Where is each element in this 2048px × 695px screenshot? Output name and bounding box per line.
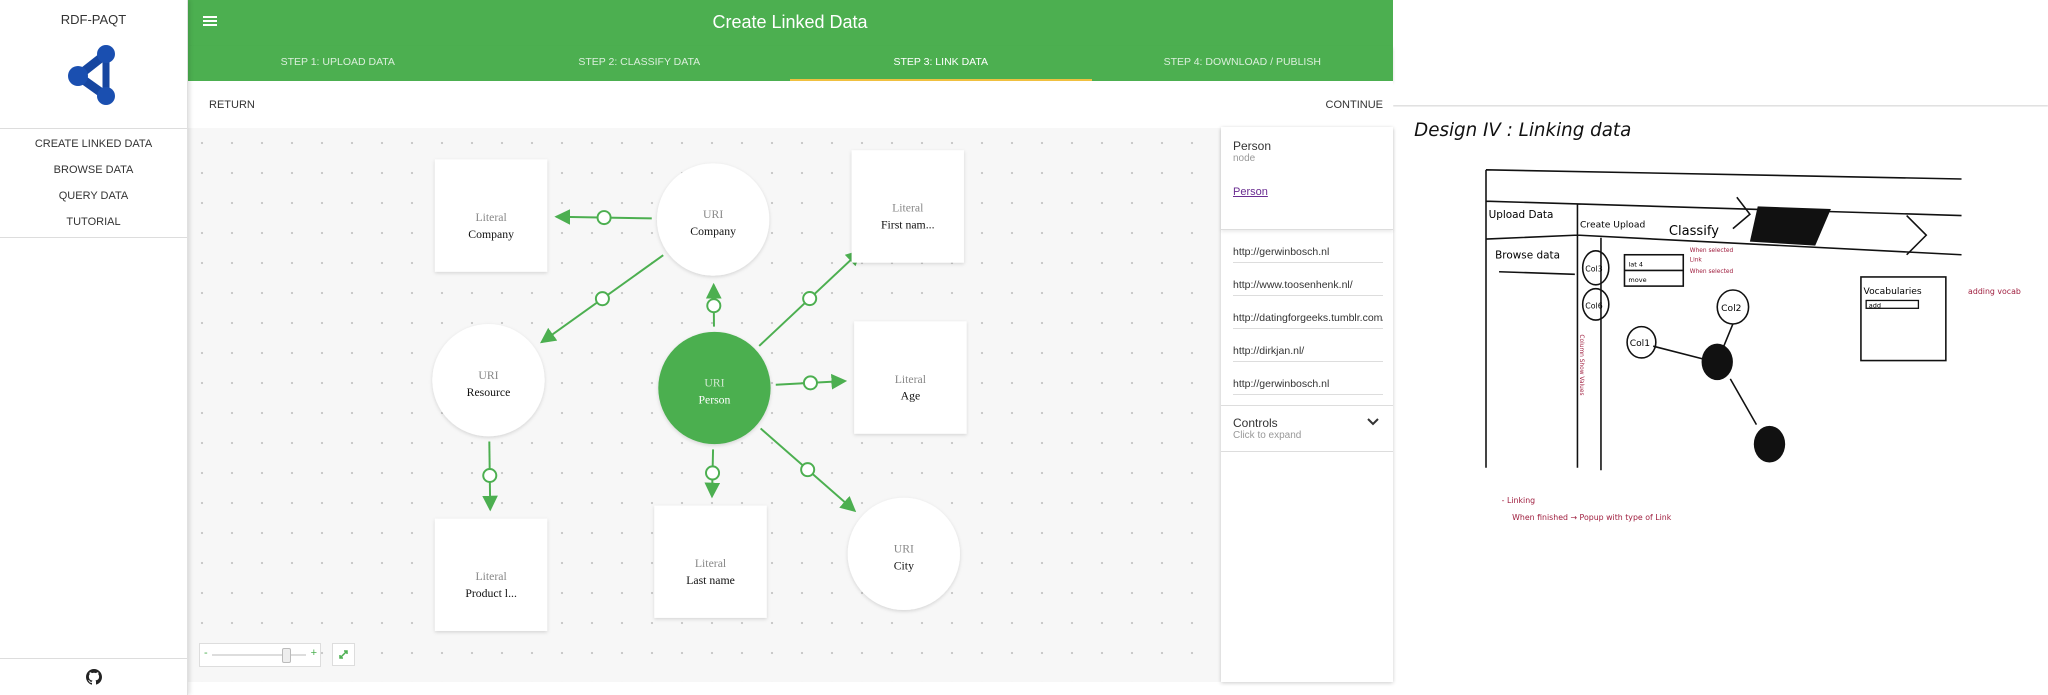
sketch-create-label: Create Upload [1580,220,1645,230]
sketch-browse-label: Browse data [1495,250,1560,262]
edge-handle[interactable] [594,291,610,307]
step-tabs: STEP 1: UPLOAD DATA STEP 2: CLASSIFY DAT… [187,46,1393,81]
node-detail-panel: Person node Person http://gerwinbosch.nl… [1221,127,1393,682]
url-item[interactable]: http://datingforgeeks.tumblr.com/ [1233,296,1383,329]
edge-handle[interactable] [802,375,818,391]
tab-classify-data[interactable]: STEP 2: CLASSIFY DATA [489,46,791,81]
step-actions: RETURN CONTINUE [187,81,1393,128]
sketch-col6: Col6 [1585,301,1602,310]
url-item[interactable]: http://gerwinbosch.nl [1233,230,1383,263]
sketch-note: Link [1690,257,1703,263]
url-item[interactable]: http://www.toosenhenk.nl/ [1233,263,1383,296]
node-lit-lastname[interactable] [654,505,767,618]
zoom-out-label[interactable]: - [204,647,208,659]
sketch-vocab-label: Vocabularies [1864,287,1922,297]
edge-handle[interactable] [706,298,722,314]
sketch-menu-item: move [1628,276,1646,284]
node-uri-person[interactable] [658,331,771,445]
page-title: Create Linked Data [712,12,868,32]
node-lit-company[interactable] [434,159,548,272]
github-icon [85,669,102,685]
app-brand: RDF-PAQT [60,12,127,27]
slider-thumb[interactable] [281,648,291,663]
rdf-logo [68,45,115,105]
url-item[interactable]: http://dirkjan.nl/ [1233,329,1383,362]
node-uri-company[interactable] [656,163,770,276]
node-lit-firstname[interactable] [851,150,964,263]
sidebar-item-tutorial[interactable]: TUTORIAL [0,209,187,235]
sketch-col3: Col3 [1585,265,1602,274]
sidebar-item-browse-data[interactable]: BROWSE DATA [0,157,187,183]
controls-subtitle: Click to expand [1233,430,1302,441]
continue-button[interactable]: CONTINUE [1326,99,1383,111]
expand-icon [339,650,348,659]
graph-canvas[interactable] [187,128,1393,682]
sidebar: RDF-PAQT CREATE LINKED DATA BROWSE DATA … [0,0,188,695]
edge-handle[interactable] [802,291,818,307]
url-item[interactable]: http://gerwinbosch.nl [1233,362,1383,395]
sketch-upload-label: Upload Data [1489,209,1554,221]
sketch-classify-label: Classify [1669,224,1719,239]
panel-node-link[interactable]: Person [1233,186,1381,198]
panel-node-title: Person [1233,139,1272,153]
controls-expander[interactable]: Controls Click to expand [1221,405,1393,452]
tab-upload-data[interactable]: STEP 1: UPLOAD DATA [187,46,489,81]
sketch-col1: Col1 [1630,339,1650,349]
sidebar-item-create-linked-data[interactable]: CREATE LINKED DATA [0,131,187,157]
controls-title: Controls [1233,416,1278,430]
panel-node-subtitle: node [1233,153,1256,164]
sketch-note: When selected [1690,248,1734,254]
tab-download-publish[interactable]: STEP 4: DOWNLOAD / PUBLISH [1092,46,1394,81]
tab-link-data[interactable]: STEP 3: LINK DATA [790,46,1092,81]
zoom-slider[interactable]: - + [199,643,321,667]
edge-handle[interactable] [800,462,816,478]
sketch-menu-item: lat 4 [1628,261,1643,269]
sidebar-nav: CREATE LINKED DATA BROWSE DATA QUERY DAT… [0,128,187,238]
github-link[interactable] [0,658,187,695]
design-sketch: Design IV : Linking data Upload Data Cre… [1393,105,2048,522]
zoom-in-label[interactable]: + [311,647,317,659]
sketch-note: Column Show Values [1578,334,1584,395]
app-header: Create Linked Data [187,0,1393,46]
node-uri-resource[interactable] [432,323,545,437]
chevron-down-icon [1367,418,1379,426]
node-lit-product[interactable] [434,518,548,631]
edge-handle[interactable] [596,210,612,226]
edge-handle[interactable] [482,467,498,484]
sketch-title: Design IV : Linking data [1414,120,1631,141]
sketch-footer: - Linking [1502,496,1535,505]
sidebar-item-query-data[interactable]: QUERY DATA [0,183,187,209]
node-lit-age[interactable] [854,321,967,434]
fit-view-button[interactable] [332,643,355,666]
node-uri-city[interactable] [847,497,960,611]
sketch-col2: Col2 [1721,304,1741,314]
slider-track [212,654,306,656]
edge-handle[interactable] [705,465,721,481]
sketch-note: adding vocab [1968,287,2021,296]
return-button[interactable]: RETURN [209,99,255,111]
sketch-footer: When finished → Popup with type of Link [1512,513,1672,522]
sketch-add: add [1869,302,1881,310]
sketch-note: When selected [1690,269,1734,275]
